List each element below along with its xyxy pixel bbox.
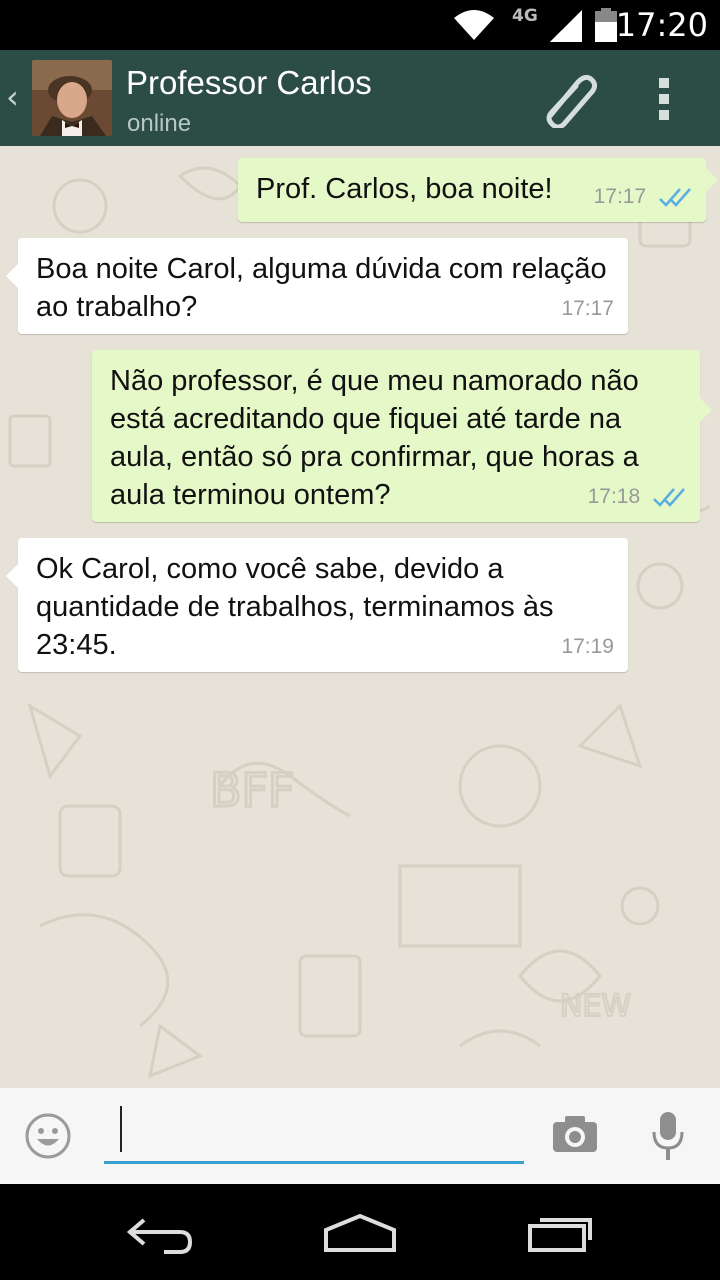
message-text: Não professor, é que meu namorado não es… (110, 365, 639, 511)
clock: 17:20 (615, 6, 708, 44)
system-nav-bar (0, 1184, 720, 1280)
recent-apps-icon[interactable] (526, 1212, 596, 1252)
message-meta: 17:17 (561, 290, 614, 328)
text-caret (120, 1106, 122, 1152)
microphone-icon[interactable] (650, 1110, 686, 1162)
chat-header: ‹ Professor Carlos online (0, 50, 720, 146)
message-meta: 17:18 (588, 478, 686, 516)
message-meta: 17:19 (561, 628, 614, 666)
network-type: 4G (512, 6, 538, 26)
back-icon[interactable] (124, 1214, 194, 1254)
message-bubble[interactable]: Não professor, é que meu namorado não es… (92, 350, 712, 522)
message-text: Prof. Carlos, boa noite! (256, 173, 553, 205)
message-text: Ok Carol, como você sabe, devido a quant… (36, 553, 554, 661)
chevron-left-icon[interactable]: ‹ (6, 78, 19, 116)
battery-icon (595, 8, 617, 42)
chat-area[interactable]: BFF NEW Prof. Carlos, boa noite! 17:17 B… (0, 146, 720, 1088)
message-bubble[interactable]: Ok Carol, como você sabe, devido a quant… (6, 538, 628, 672)
home-icon[interactable] (322, 1214, 398, 1254)
message-time: 17:17 (593, 185, 647, 208)
read-ticks-icon (659, 188, 691, 208)
status-bar: 4G 17:20 (0, 0, 720, 50)
message-text: Boa noite Carol, alguma dúvida com relaç… (36, 253, 607, 323)
message-bubble[interactable]: Prof. Carlos, boa noite! 17:17 (238, 158, 718, 222)
camera-icon[interactable] (551, 1114, 599, 1154)
paperclip-icon[interactable] (536, 72, 600, 128)
svg-text:BFF: BFF (210, 763, 294, 817)
message-composer (0, 1088, 720, 1184)
message-time: 17:19 (561, 635, 614, 658)
overflow-menu-icon[interactable] (652, 78, 676, 122)
avatar[interactable] (32, 60, 112, 136)
message-bubble[interactable]: Boa noite Carol, alguma dúvida com relaç… (6, 238, 628, 334)
contact-name[interactable]: Professor Carlos (126, 64, 372, 102)
svg-text:NEW: NEW (560, 989, 631, 1024)
emoji-icon[interactable] (24, 1112, 72, 1160)
message-time: 17:18 (587, 485, 641, 508)
wifi-icon (454, 10, 494, 40)
message-time: 17:17 (561, 297, 614, 320)
message-meta: 17:17 (594, 178, 692, 216)
read-ticks-icon (653, 488, 685, 508)
signal-icon (550, 10, 582, 42)
message-input[interactable] (104, 1104, 524, 1164)
contact-status: online (127, 110, 192, 137)
